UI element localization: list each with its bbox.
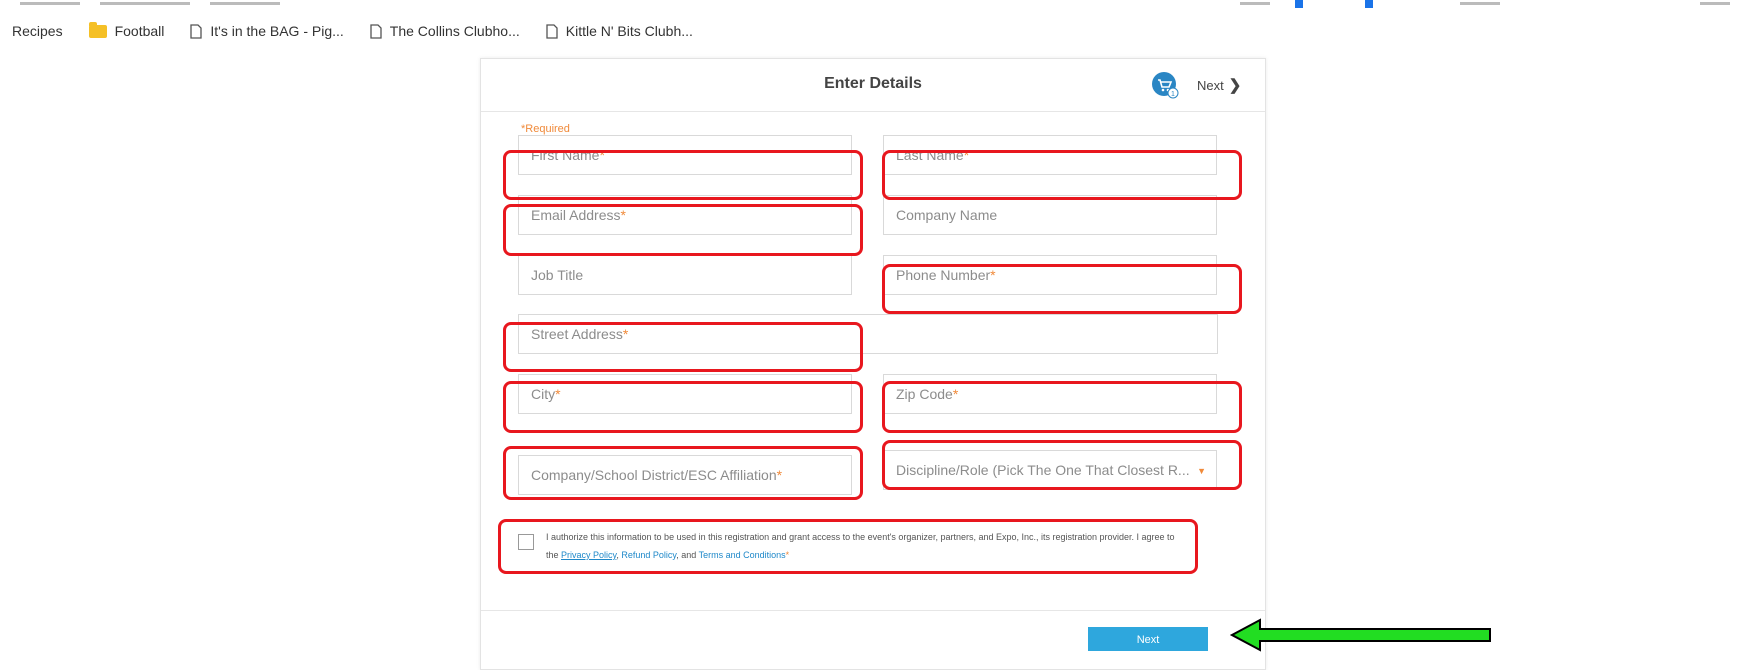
chevron-right-icon: ❯ — [1228, 77, 1242, 94]
header-next-link[interactable]: Next ❯ — [1197, 76, 1241, 94]
last-name-field[interactable]: Last Name * — [883, 135, 1217, 175]
required-star: * — [620, 207, 626, 223]
field-placeholder: Email Address — [531, 207, 621, 223]
header-next-label: Next — [1197, 78, 1224, 93]
city-field[interactable]: City * — [518, 374, 852, 414]
privacy-policy-link[interactable]: Privacy Policy — [561, 550, 616, 560]
refund-policy-link[interactable]: Refund Policy — [621, 550, 676, 560]
browser-top-strip — [0, 0, 1760, 12]
bookmark-football[interactable]: Football — [88, 21, 165, 39]
bookmark-recipes[interactable]: Recipes — [12, 23, 63, 39]
street-address-field[interactable]: Street Address * — [518, 314, 1218, 354]
page-title: Enter Details — [824, 75, 922, 92]
bookmark-its-in-the-bag[interactable]: It's in the BAG - Pig... — [190, 23, 344, 39]
bookmark-collins-clubhouse[interactable]: The Collins Clubho... — [370, 23, 520, 39]
field-placeholder: Phone Number — [896, 267, 991, 283]
green-arrow-annotation — [1230, 618, 1491, 652]
required-star: * — [622, 326, 629, 342]
required-note: *Required — [521, 123, 570, 135]
field-placeholder: Street Address — [531, 326, 623, 342]
field-placeholder: Zip Code — [896, 386, 953, 402]
page-icon — [190, 23, 203, 39]
required-star: * — [555, 386, 561, 402]
field-placeholder: City — [531, 386, 556, 402]
email-field[interactable]: Email Address * — [518, 195, 852, 235]
next-button[interactable]: Next — [1088, 627, 1208, 651]
bookmark-label: It's in the BAG - Pig... — [210, 23, 344, 39]
card-header: Enter Details 1 Next ❯ — [481, 59, 1265, 112]
field-placeholder: Last Name — [896, 147, 964, 163]
consent-checkbox[interactable] — [518, 534, 534, 550]
required-star: * — [776, 467, 783, 483]
field-placeholder: Company Name — [896, 207, 998, 223]
cart-icon[interactable]: 1 — [1151, 71, 1179, 99]
required-star: * — [952, 386, 959, 402]
bookmark-label: Football — [114, 23, 165, 39]
page-icon — [370, 23, 382, 39]
required-star: * — [785, 550, 790, 560]
required-star: * — [990, 267, 996, 283]
discipline-select[interactable]: Discipline/Role (Pick The One That Close… — [883, 450, 1217, 490]
cart-count: 1 — [1171, 91, 1175, 98]
footer-divider — [481, 610, 1265, 611]
field-placeholder: Discipline/Role (Pick The One That Close… — [896, 462, 1190, 478]
zip-code-field[interactable]: Zip Code * — [883, 374, 1217, 414]
company-name-field[interactable]: Company Name — [883, 195, 1217, 235]
bookmark-label: Kittle N' Bits Clubh... — [565, 23, 693, 39]
bookmark-label: Recipes — [12, 23, 63, 39]
field-placeholder: First Name — [531, 147, 600, 163]
page-icon — [546, 23, 558, 39]
first-name-field[interactable]: First Name * — [518, 135, 852, 175]
bookmarks-bar: Recipes Football It's in the BAG - Pig..… — [0, 12, 1760, 50]
required-star: * — [599, 147, 605, 163]
required-star: * — [963, 147, 970, 163]
folder-icon — [88, 21, 107, 38]
chevron-down-icon: ▼ — [1197, 466, 1206, 476]
consent-text: I authorize this information to be used … — [546, 528, 1186, 564]
phone-field[interactable]: Phone Number * — [883, 255, 1217, 295]
affiliation-field[interactable]: Company/School District/ESC Affiliation * — [518, 455, 852, 495]
field-placeholder: Company/School District/ESC Affiliation — [531, 467, 777, 483]
field-placeholder: Job Title — [531, 267, 584, 283]
job-title-field[interactable]: Job Title — [518, 255, 852, 295]
terms-link[interactable]: Terms and Conditions — [699, 550, 786, 560]
consent-and: , and — [676, 550, 699, 560]
bookmark-label: The Collins Clubho... — [389, 23, 520, 39]
bookmark-kittle-n-bits[interactable]: Kittle N' Bits Clubh... — [546, 23, 693, 39]
